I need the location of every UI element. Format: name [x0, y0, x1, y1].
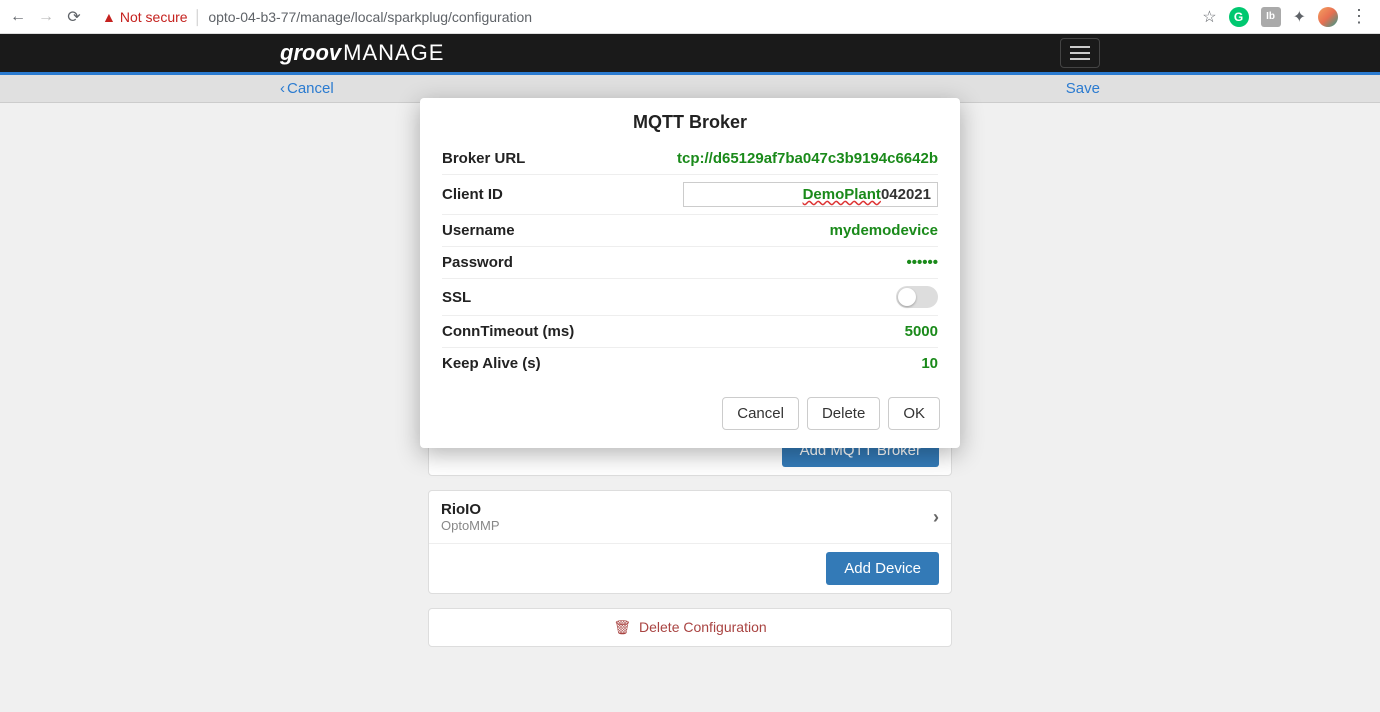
delete-config-button[interactable]: 🗑 Delete Configuration: [428, 608, 952, 647]
logo: groovMANAGE: [280, 40, 444, 66]
cancel-label: Cancel: [287, 80, 334, 97]
bookmark-icon[interactable]: ☆: [1202, 7, 1216, 27]
add-device-button[interactable]: Add Device: [826, 552, 939, 585]
trash-icon: 🗑: [613, 619, 631, 635]
grammarly-ext-icon[interactable]: G: [1229, 7, 1249, 27]
delete-config-label: Delete Configuration: [639, 619, 767, 635]
device-panel: RioIO OptoMMP › Add Device: [428, 490, 952, 594]
url-text: opto-04-b3-77/manage/local/sparkplug/con…: [208, 9, 532, 25]
logo-manage: MANAGE: [343, 40, 444, 66]
logo-groov: groov: [280, 40, 341, 66]
security-warning: ▲ Not secure: [102, 9, 188, 25]
menu-button[interactable]: [1060, 38, 1100, 68]
conntimeout-row: ConnTimeout (ms) 5000: [442, 316, 938, 348]
broker-url-row: Broker URL tcp://d65129af7ba047c3b9194c6…: [442, 143, 938, 175]
url-divider: │: [194, 9, 203, 25]
page-content: MQTT Broker › Add MQTT Broker RioIO Opto…: [0, 103, 1380, 712]
extensions-menu-icon[interactable]: ✦: [1293, 7, 1306, 27]
keepalive-row: Keep Alive (s) 10: [442, 348, 938, 379]
brand-header: groovMANAGE: [0, 34, 1380, 72]
chevron-right-icon: ›: [933, 507, 939, 528]
password-label: Password: [442, 254, 513, 271]
client-id-norm: 042021: [881, 186, 931, 203]
device-row[interactable]: RioIO OptoMMP ›: [429, 491, 951, 544]
conntimeout-value[interactable]: 5000: [905, 323, 938, 340]
broker-url-label: Broker URL: [442, 150, 525, 167]
device-title: RioIO: [441, 501, 500, 518]
device-subtitle: OptoMMP: [441, 518, 500, 533]
modal-footer: Cancel Delete OK: [420, 385, 960, 448]
client-id-input[interactable]: DemoPlant042021: [683, 182, 938, 207]
not-secure-label: Not secure: [120, 9, 188, 25]
client-id-label: Client ID: [442, 186, 503, 203]
keepalive-label: Keep Alive (s): [442, 355, 541, 372]
extension-icon[interactable]: Ib: [1261, 7, 1281, 27]
cancel-link[interactable]: ‹ Cancel: [280, 80, 334, 97]
warning-icon: ▲: [102, 9, 116, 25]
address-bar[interactable]: ▲ Not secure │ opto-04-b3-77/manage/loca…: [96, 9, 1190, 25]
device-panel-action: Add Device: [429, 544, 951, 593]
browser-menu-icon[interactable]: ⋮: [1350, 6, 1368, 27]
username-label: Username: [442, 222, 515, 239]
reload-icon[interactable]: ⟳: [64, 7, 84, 27]
profile-avatar[interactable]: [1318, 7, 1338, 27]
keepalive-value[interactable]: 10: [921, 355, 938, 372]
back-icon[interactable]: ←: [8, 7, 28, 27]
forward-icon: →: [36, 7, 56, 27]
modal-ok-button[interactable]: OK: [888, 397, 940, 430]
broker-url-value[interactable]: tcp://d65129af7ba047c3b9194c6642b: [677, 150, 938, 167]
ssl-toggle[interactable]: [896, 286, 938, 308]
modal-delete-button[interactable]: Delete: [807, 397, 880, 430]
broker-modal: MQTT Broker Broker URL tcp://d65129af7ba…: [420, 98, 960, 448]
modal-title: MQTT Broker: [420, 98, 960, 143]
browser-toolbar: ← → ⟳ ▲ Not secure │ opto-04-b3-77/manag…: [0, 0, 1380, 34]
browser-extensions: ☆ G Ib ✦ ⋮: [1202, 6, 1372, 27]
save-link[interactable]: Save: [1066, 80, 1100, 97]
password-row: Password ••••••: [442, 247, 938, 279]
ssl-label: SSL: [442, 289, 471, 306]
ssl-row: SSL: [442, 279, 938, 316]
username-value[interactable]: mydemodevice: [830, 222, 938, 239]
username-row: Username mydemodevice: [442, 215, 938, 247]
modal-body: Broker URL tcp://d65129af7ba047c3b9194c6…: [420, 143, 960, 385]
client-id-green: DemoPlant: [803, 186, 881, 203]
password-value[interactable]: ••••••: [906, 254, 938, 271]
modal-cancel-button[interactable]: Cancel: [722, 397, 799, 430]
conntimeout-label: ConnTimeout (ms): [442, 323, 574, 340]
chevron-left-icon: ‹: [280, 80, 285, 97]
client-id-row: Client ID DemoPlant042021: [442, 175, 938, 215]
